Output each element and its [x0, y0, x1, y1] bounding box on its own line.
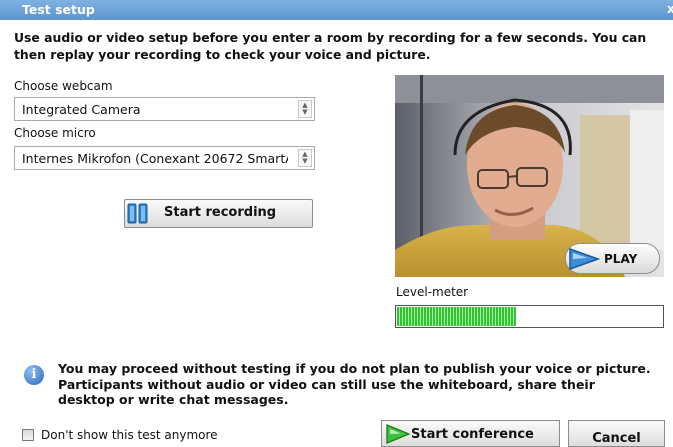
title-bar: Test setup x: [0, 0, 673, 20]
play-triangle-icon: [569, 247, 600, 271]
start-recording-button[interactable]: Start recording: [124, 199, 313, 228]
webcam-label: Choose webcam: [14, 79, 113, 93]
level-meter-fill: [397, 307, 516, 326]
level-meter: [395, 305, 664, 328]
webcam-select-value: Integrated Camera: [22, 102, 141, 117]
level-meter-label: Level-meter: [396, 285, 469, 299]
close-icon[interactable]: x: [667, 2, 673, 16]
info-text: You may proceed without testing if you d…: [58, 361, 673, 408]
info-icon: i: [24, 365, 44, 385]
dont-show-checkbox[interactable]: [22, 429, 34, 441]
start-recording-label: Start recording: [164, 205, 277, 220]
cancel-label: Cancel: [592, 431, 641, 446]
micro-select-value: Internes Mikrofon (Conexant 20672 SmartA…: [22, 151, 288, 166]
micro-spinner-icon[interactable]: ▲ ▼: [298, 149, 312, 167]
micro-label: Choose micro: [14, 126, 96, 140]
webcam-select[interactable]: Integrated Camera ▲ ▼: [14, 97, 315, 121]
info-line-1: You may proceed without testing if you d…: [58, 361, 651, 376]
intro-line-1: Use audio or video setup before you ente…: [14, 30, 647, 45]
dont-show-label[interactable]: Don't show this test anymore: [41, 428, 218, 442]
info-line-2: Participants without audio or video can …: [58, 376, 595, 392]
micro-select[interactable]: Internes Mikrofon (Conexant 20672 SmartA…: [14, 146, 315, 170]
info-line-3: desktop or write chat messages.: [58, 392, 289, 407]
intro-line-2: then replay your recording to check your…: [14, 47, 431, 62]
play-label: PLAY: [604, 252, 638, 266]
start-conference-button[interactable]: Start conference: [381, 420, 560, 447]
intro-text: Use audio or video setup before you ente…: [14, 29, 673, 67]
cancel-button[interactable]: Cancel: [568, 420, 665, 447]
window-title: Test setup: [22, 2, 95, 17]
webcam-spinner-icon[interactable]: ▲ ▼: [298, 100, 312, 118]
start-conference-label: Start conference: [411, 427, 534, 442]
pause-bars-icon: [127, 203, 148, 224]
play-button[interactable]: PLAY: [565, 243, 660, 274]
play-green-icon: [386, 424, 410, 444]
